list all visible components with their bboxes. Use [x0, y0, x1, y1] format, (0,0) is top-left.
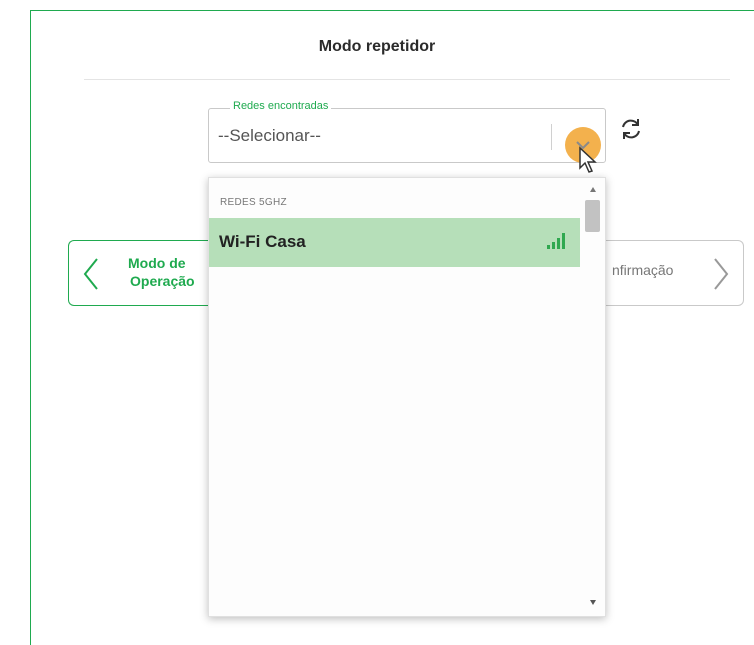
dropdown-scrollbar[interactable]	[582, 178, 602, 616]
networks-select-value: --Selecionar--	[218, 126, 321, 145]
prev-step-label-line1: Modo de	[128, 255, 186, 271]
select-separator	[551, 124, 552, 150]
group-label-5ghz: REDES 5GHZ	[220, 197, 287, 208]
refresh-icon[interactable]	[618, 116, 644, 142]
prev-step-label: Modo de Operação	[128, 254, 195, 290]
scroll-up-arrow-icon[interactable]	[590, 187, 596, 192]
mouse-cursor-icon	[579, 146, 597, 173]
next-step-label: nfirmação	[612, 262, 674, 278]
network-option-wifi-casa[interactable]: Wi-Fi Casa	[209, 218, 580, 267]
scroll-down-arrow-icon[interactable]	[590, 600, 596, 605]
page-title: Modo repetidor	[318, 38, 436, 55]
wifi-signal-icon	[547, 233, 565, 249]
network-option-label: Wi-Fi Casa	[219, 232, 306, 251]
title-divider	[84, 79, 730, 80]
networks-select-legend: Redes encontradas	[230, 100, 332, 112]
scroll-thumb[interactable]	[585, 200, 600, 232]
chevron-right-icon	[714, 258, 729, 290]
prev-step-label-line2: Operação	[130, 273, 195, 289]
chevron-left-icon	[83, 258, 98, 290]
